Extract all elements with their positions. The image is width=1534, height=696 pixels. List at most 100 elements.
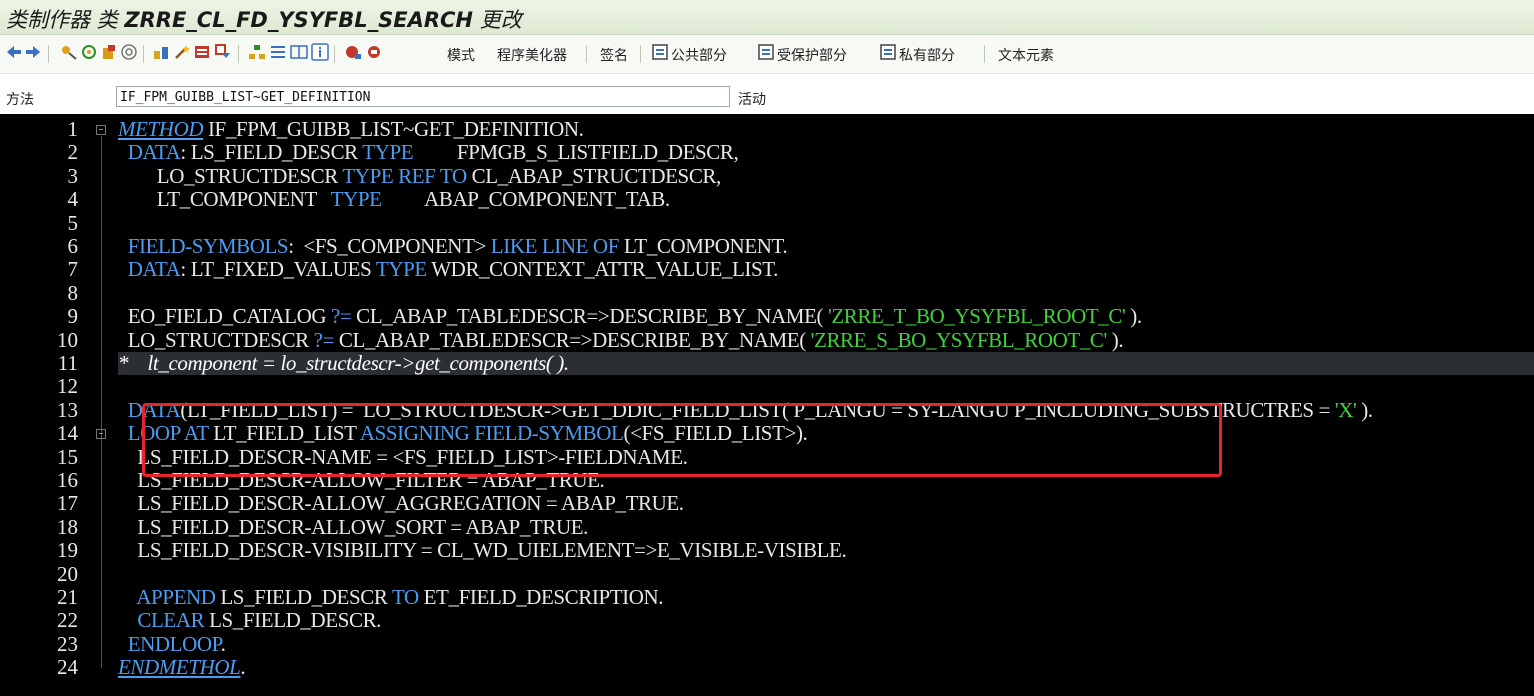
- protected-section-button[interactable]: 受保护部分: [777, 45, 847, 65]
- text-elements-button[interactable]: 文本元素: [998, 45, 1054, 65]
- code-line[interactable]: METHOD IF_FPM_GUIBB_LIST~GET_DEFINITION.: [118, 117, 584, 141]
- toolbar-separator: [48, 45, 49, 63]
- navigate-icon[interactable]: [214, 43, 232, 61]
- code-token: : LS_FIELD_DESCR: [180, 140, 363, 165]
- check-syntax-icon[interactable]: [80, 43, 98, 61]
- code-token: ).: [1125, 304, 1142, 329]
- keyword: TYPE: [375, 257, 427, 282]
- code-line[interactable]: ENDLOOP.: [118, 632, 226, 656]
- display-change-icon[interactable]: [60, 43, 78, 61]
- pattern-button[interactable]: 模式: [447, 45, 475, 65]
- keyword: DATA: [118, 140, 181, 165]
- code-line[interactable]: LS_FIELD_DESCR-ALLOW_AGGREGATION = ABAP_…: [118, 492, 684, 515]
- code-token: LS_FIELD_DESCR-ALLOW_AGGREGATION = ABAP_…: [118, 491, 684, 516]
- private-section-icon: [880, 44, 896, 60]
- code-line[interactable]: LO_STRUCTDESCR ?= CL_ABAP_TABLEDESCR=>DE…: [118, 327, 1124, 352]
- code-line[interactable]: LT_COMPONENT TYPE ABAP_COMPONENT_TAB.: [118, 187, 670, 212]
- code-token: CL_ABAP_STRUCTDESCR,: [466, 163, 722, 188]
- comment-text: * lt_component = lo_structdescr->get_com…: [118, 351, 569, 375]
- fold-guide-line: [101, 440, 102, 645]
- title-bar: 类制作器 类 ZRRE_CL_FD_YSYFBL_SEARCH 更改: [0, 0, 1534, 35]
- toolbar-separator: [984, 45, 985, 63]
- highlight-box: [142, 403, 1222, 477]
- code-token: LO_STRUCTDESCR: [118, 163, 343, 188]
- method-label: 方法: [6, 92, 34, 108]
- code-line[interactable]: LS_FIELD_DESCR-ALLOW_SORT = ABAP_TRUE.: [118, 514, 589, 539]
- keyword: CLEAR: [118, 608, 205, 633]
- code-line[interactable]: DATA: LT_FIXED_VALUES TYPE WDR_CONTEXT_A…: [118, 257, 779, 282]
- line-number: 2: [67, 140, 79, 165]
- code-token: LS_FIELD_DESCR: [215, 585, 392, 609]
- code-line[interactable]: DATA: LS_FIELD_DESCR TYPE FPMGB_S_LISTFI…: [118, 140, 739, 165]
- line-number: 1: [67, 117, 79, 141]
- magic-wand-icon[interactable]: [173, 43, 191, 61]
- line-number: 10: [57, 327, 78, 352]
- hierarchy-icon[interactable]: [248, 43, 266, 61]
- code-token: LS_FIELD_DESCR-ALLOW_SORT = ABAP_TRUE.: [118, 514, 589, 539]
- keyword: ?=: [313, 327, 335, 352]
- external-breakpoint-icon[interactable]: [366, 43, 384, 61]
- info-icon[interactable]: [311, 43, 329, 61]
- keyword: APPEND: [118, 585, 216, 609]
- line-number: 22: [57, 608, 78, 633]
- split-screen-icon[interactable]: [290, 43, 308, 61]
- code-token: LT_COMPONENT: [118, 187, 331, 212]
- keyword: ?=: [330, 304, 352, 329]
- line-number: 21: [57, 585, 78, 609]
- code-line[interactable]: CLEAR LS_FIELD_DESCR.: [118, 609, 381, 632]
- line-number: 24: [57, 655, 78, 680]
- code-line[interactable]: ENDMETHOL.: [118, 655, 246, 679]
- where-used-icon[interactable]: [152, 43, 170, 61]
- string-literal: 'X': [1334, 397, 1357, 422]
- protected-section-icon: [758, 44, 774, 60]
- line-number: 3: [67, 163, 79, 188]
- forward-arrow-icon[interactable]: [24, 43, 42, 61]
- fold-toggle-icon[interactable]: [96, 125, 106, 135]
- code-token: EO_FIELD_CATALOG: [118, 304, 331, 329]
- line-number: 11: [57, 351, 78, 375]
- line-number: 18: [57, 514, 78, 539]
- line-number: 20: [57, 561, 78, 586]
- title-suffix: 更改: [479, 8, 522, 32]
- line-number: 4: [67, 187, 79, 212]
- code-line[interactable]: APPEND LS_FIELD_DESCR TO ET_FIELD_DESCRI…: [118, 585, 663, 609]
- keyword: METHOD: [118, 117, 204, 141]
- breakpoint-icon[interactable]: [344, 43, 362, 61]
- back-arrow-icon[interactable]: [5, 43, 23, 61]
- code-line[interactable]: EO_FIELD_CATALOG ?= CL_ABAP_TABLEDESCR=>…: [118, 304, 1142, 329]
- line-number: 19: [57, 538, 78, 563]
- code-token: IF_FPM_GUIBB_LIST~GET_DEFINITION.: [203, 117, 584, 141]
- code-line[interactable]: * lt_component = lo_structdescr->get_com…: [118, 351, 569, 375]
- private-section-button[interactable]: 私有部分: [899, 45, 955, 65]
- signature-button[interactable]: 签名: [600, 45, 628, 65]
- code-line[interactable]: FIELD-SYMBOLS: <FS_COMPONENT> LIKE LINE …: [118, 234, 788, 258]
- method-bar: 方法 IF_FPM_GUIBB_LIST~GET_DEFINITION 活动: [0, 74, 1534, 114]
- code-editor[interactable]: 1 METHOD IF_FPM_GUIBB_LIST~GET_DEFINITION…: [0, 114, 1534, 696]
- method-name-field[interactable]: IF_FPM_GUIBB_LIST~GET_DEFINITION: [116, 86, 730, 107]
- line-number: 5: [67, 210, 79, 235]
- activate-icon[interactable]: [100, 43, 118, 61]
- pretty-printer-button[interactable]: 程序美化器: [497, 45, 567, 65]
- line-number: 15: [57, 444, 78, 469]
- keyword: DATA: [118, 257, 181, 282]
- code-token: CL_ABAP_TABLEDESCR=>DESCRIBE_BY_NAME(: [351, 304, 828, 329]
- code-token: ABAP_COMPONENT_TAB.: [381, 187, 670, 212]
- line-number: 16: [57, 468, 78, 492]
- code-line[interactable]: LO_STRUCTDESCR TYPE REF TO CL_ABAP_STRUC…: [118, 163, 722, 188]
- line-number: 13: [57, 397, 78, 422]
- line-number: 23: [57, 631, 78, 656]
- code-token: LT_COMPONENT.: [618, 234, 788, 258]
- keyword: TYPE: [330, 187, 382, 212]
- fold-toggle-icon[interactable]: [96, 429, 106, 440]
- code-token: CL_ABAP_TABLEDESCR=>DESCRIBE_BY_NAME(: [334, 327, 811, 352]
- test-icon[interactable]: [120, 43, 138, 61]
- code-line[interactable]: LS_FIELD_DESCR-VISIBILITY = CL_WD_UIELEM…: [118, 538, 846, 562]
- outline-icon[interactable]: [269, 43, 287, 61]
- public-section-button[interactable]: 公共部分: [671, 45, 727, 65]
- object-list-icon[interactable]: [193, 43, 211, 61]
- string-literal: 'ZRRE_S_BO_YSYFBL_ROOT_C': [810, 327, 1108, 352]
- public-section-icon: [652, 44, 668, 60]
- line-number: 6: [67, 234, 79, 258]
- line-number: 17: [57, 491, 78, 516]
- code-token: : <FS_COMPONENT>: [288, 234, 491, 258]
